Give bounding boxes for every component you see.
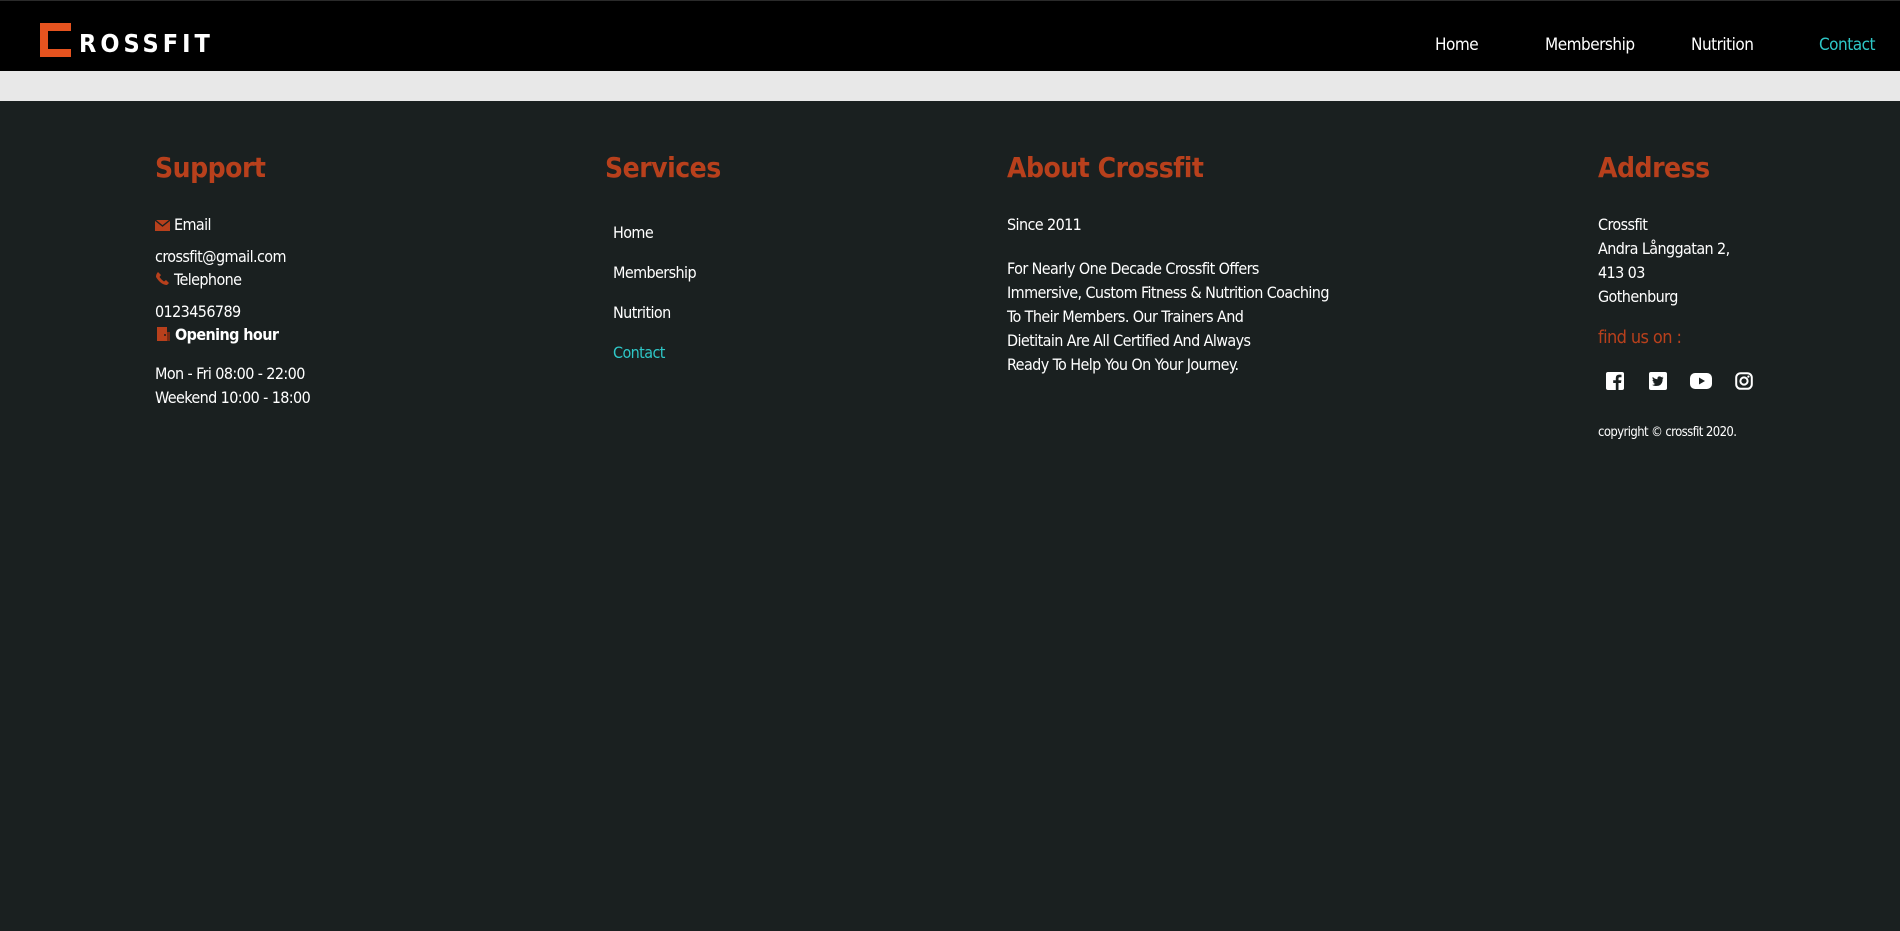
nav-item-nutrition[interactable]: Nutrition	[1691, 35, 1754, 55]
address-line: Crossfit	[1598, 215, 1648, 234]
telephone-row: Telephone	[155, 270, 242, 290]
twitter-icon[interactable]	[1647, 370, 1669, 392]
opening-hour-row: Opening hour	[155, 325, 279, 346]
services-heading: Services	[605, 151, 721, 184]
top-navbar: ROSSFIT Home Membership Nutrition Contac…	[0, 0, 1900, 71]
address-line: Andra Långgatan 2,	[1598, 239, 1730, 258]
services-link-membership[interactable]: Membership	[613, 263, 697, 282]
nav-item-home[interactable]: Home	[1435, 35, 1479, 55]
about-line: To Their Members. Our Trainers And	[1007, 307, 1244, 326]
email-row: Email	[154, 215, 212, 235]
telephone-value[interactable]: 0123456789	[155, 302, 241, 321]
instagram-icon[interactable]	[1733, 370, 1755, 392]
services-link-contact[interactable]: Contact	[613, 343, 665, 362]
youtube-icon[interactable]	[1690, 370, 1712, 392]
support-column: Support Email crossfit@gmail.com Telepho…	[154, 151, 455, 471]
address-line: Gothenburg	[1598, 287, 1678, 306]
about-column: About Crossfit Since 2011 For Nearly One…	[1007, 151, 1357, 411]
about-line: For Nearly One Decade Crossfit Offers	[1007, 259, 1259, 278]
opening-hour-label: Opening hour	[175, 325, 279, 344]
facebook-icon[interactable]	[1604, 370, 1626, 392]
about-heading: About Crossfit	[1007, 151, 1204, 184]
nav-item-contact[interactable]: Contact	[1819, 35, 1876, 55]
telephone-label: Telephone	[174, 270, 242, 289]
door-icon	[155, 326, 171, 346]
nav-item-membership[interactable]: Membership	[1545, 35, 1635, 55]
about-line: Dietitain Are All Certified And Always	[1007, 331, 1251, 350]
weekend-hours: Weekend 10:00 - 18:00	[155, 388, 311, 407]
support-heading: Support	[155, 151, 266, 184]
services-column: Services Home Membership Nutrition Conta…	[605, 151, 805, 401]
about-line: Immersive, Custom Fitness & Nutrition Co…	[1007, 283, 1329, 302]
main-nav: Home Membership Nutrition Contact	[0, 1, 1900, 72]
services-link-home[interactable]: Home	[613, 223, 654, 242]
separator-strip	[0, 71, 1900, 101]
address-heading: Address	[1598, 151, 1710, 184]
copyright-text: copyright © crossfit 2020.	[1598, 425, 1737, 440]
since-text: Since 2011	[1007, 215, 1082, 234]
email-value[interactable]: crossfit@gmail.com	[155, 247, 286, 266]
about-line: Ready To Help You On Your Journey.	[1007, 355, 1239, 374]
address-column: Address Crossfit Andra Långgatan 2, 413 …	[1598, 151, 1848, 451]
address-line: 413 03	[1598, 263, 1645, 282]
footer: Support Email crossfit@gmail.com Telepho…	[0, 101, 1900, 931]
email-label: Email	[174, 215, 212, 234]
weekday-hours: Mon - Fri 08:00 - 22:00	[155, 364, 305, 383]
find-us-label: find us on :	[1598, 327, 1682, 348]
phone-icon	[155, 271, 170, 290]
envelope-icon	[154, 216, 171, 235]
services-link-nutrition[interactable]: Nutrition	[613, 303, 671, 322]
